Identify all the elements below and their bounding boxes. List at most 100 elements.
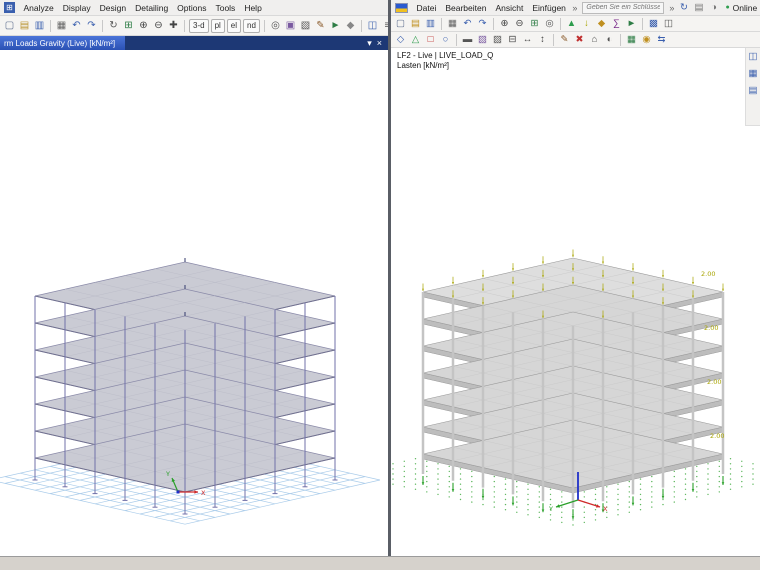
rotate-view-icon[interactable]: ◎	[268, 18, 283, 33]
zoom-out-icon[interactable]: ⊖	[151, 18, 166, 33]
toolbar-separator	[456, 34, 457, 46]
left-toolbar-group-2: ◎▣▧✎►◆ ◫≡	[261, 18, 388, 33]
section-icon[interactable]: ▬	[460, 33, 475, 47]
assign-icon[interactable]: ✎	[313, 18, 328, 33]
new-project-icon[interactable]: ▢	[393, 17, 408, 31]
toolbar-separator	[50, 20, 51, 32]
wireframe-view-icon[interactable]: ▧	[298, 18, 313, 33]
svg-text:Y: Y	[165, 470, 170, 478]
print-icon[interactable]: ▦	[54, 18, 69, 33]
print-icon[interactable]: ▦	[445, 17, 460, 31]
tab-uniform-loads-gravity[interactable]: rm Loads Gravity (Live) [kN/m²]	[0, 36, 125, 50]
zoom-out-icon[interactable]: ⊖	[512, 17, 527, 31]
overflow-chevron-right[interactable]: »	[667, 3, 676, 13]
redo-icon[interactable]: ↷	[84, 18, 99, 33]
render-mode-icon[interactable]: ◇	[393, 33, 408, 47]
menu-left-options[interactable]: Options	[173, 3, 211, 13]
new-model-icon[interactable]: ▢	[2, 18, 17, 33]
left-menubar: ⊞ AnalyzeDisplayDesignDetailingOptionsTo…	[0, 0, 388, 16]
redo-icon[interactable]: ↷	[475, 17, 490, 31]
tables-icon[interactable]: ▦	[624, 33, 639, 47]
results-icon[interactable]: □	[423, 33, 438, 47]
menu-right-ansicht[interactable]: Ansicht	[491, 3, 528, 13]
run-analysis-icon[interactable]: ►	[328, 18, 343, 33]
more-tools-icon[interactable]: ≡	[380, 18, 388, 33]
overflow-chevron-left[interactable]: »	[570, 3, 579, 13]
panel-layers-icon[interactable]: ▤	[746, 84, 760, 98]
online-license-status[interactable]: ● Online Lic...	[722, 3, 760, 13]
zoom-in-icon[interactable]: ⊕	[136, 18, 151, 33]
solid-icon[interactable]: ▨	[490, 33, 505, 47]
panel-views-icon[interactable]: ◫	[746, 50, 760, 64]
refresh-window-icon[interactable]: ↻	[106, 18, 121, 33]
new-load-icon[interactable]: ↓	[579, 17, 594, 31]
left-3d-viewport[interactable]: XY	[0, 50, 388, 556]
view-plan-button[interactable]: pl	[211, 19, 225, 33]
right-3d-viewport[interactable]: 2.002.002.002.00YX	[391, 48, 760, 556]
tab-close-icon[interactable]: ×	[377, 39, 382, 48]
stretch-icon[interactable]: ↕	[535, 33, 550, 47]
dual-app-workspace: ⊞ AnalyzeDisplayDesignDetailingOptionsTo…	[0, 0, 760, 570]
load-combinations-icon[interactable]: ∑	[609, 17, 624, 31]
new-support-icon[interactable]: ▲	[564, 17, 579, 31]
toolbar-separator	[441, 18, 442, 30]
zoom-window-icon[interactable]: ⊞	[121, 18, 136, 33]
menu-right-bearbeiten[interactable]: Bearbeiten	[441, 3, 491, 13]
open-project-icon[interactable]: ▤	[408, 17, 423, 31]
right-side-toolbar: ◫ ▦ ▤	[745, 48, 760, 126]
pan-icon[interactable]: ✚	[166, 18, 181, 33]
status-bar	[0, 556, 760, 570]
display-options-icon[interactable]: ◫	[365, 18, 380, 33]
menu-left-detailing[interactable]: Detailing	[131, 3, 173, 13]
home-view-icon[interactable]: ⌂	[587, 33, 602, 47]
recent-icon[interactable]: ◑	[706, 1, 721, 15]
tab-dropdown-icon[interactable]: ▾	[367, 39, 372, 48]
svg-text:X: X	[201, 489, 206, 497]
refresh-icon[interactable]: ↻	[676, 1, 691, 15]
undo-icon[interactable]: ↶	[460, 17, 475, 31]
mesh-icon[interactable]: △	[408, 33, 423, 47]
right-canvas: 2.002.002.002.00YX LF2 - Live | LIVE_LOA…	[391, 48, 760, 556]
clipping-icon[interactable]: ⊟	[505, 33, 520, 47]
delete-icon[interactable]: ✖	[572, 33, 587, 47]
menu-left-display[interactable]: Display	[58, 3, 95, 13]
menu-right-datei[interactable]: Datei	[412, 3, 441, 13]
toolbar-separator	[102, 20, 103, 32]
keyword-search-input[interactable]	[582, 2, 664, 14]
display-properties-icon[interactable]: ◫	[661, 17, 676, 31]
view-elevation-button[interactable]: el	[227, 19, 241, 33]
snap-icon[interactable]: ◉	[639, 33, 654, 47]
shading-icon[interactable]: ◐	[602, 33, 617, 47]
undo-icon[interactable]: ↶	[69, 18, 84, 33]
menu-left-tools[interactable]: Tools	[211, 3, 240, 13]
toolbar-separator	[642, 18, 643, 30]
zoom-in-icon[interactable]: ⊕	[497, 17, 512, 31]
swap-view-icon[interactable]: ⇆	[654, 33, 669, 47]
open-file-icon[interactable]: ▤	[17, 18, 32, 33]
lock-model-icon[interactable]: ◆	[343, 18, 358, 33]
menu-left-analyze[interactable]: Analyze	[19, 3, 58, 13]
license-status-icon: ●	[725, 4, 729, 11]
panel-tables-icon[interactable]: ▦	[746, 67, 760, 81]
nodes-icon[interactable]: ○	[438, 33, 453, 47]
view-named-button[interactable]: nd	[243, 19, 260, 33]
zoom-window-icon[interactable]: ⊞	[527, 17, 542, 31]
view-3d-button[interactable]: 3-d	[189, 19, 209, 33]
selection-icon[interactable]: ▩	[646, 17, 661, 31]
toolbar-separator	[560, 18, 561, 30]
edit-icon[interactable]: ✎	[557, 33, 572, 47]
move-icon[interactable]: ↔	[520, 33, 535, 47]
save-project-icon[interactable]: ▥	[423, 17, 438, 31]
new-material-icon[interactable]: ◆	[594, 17, 609, 31]
menu-left-design[interactable]: Design	[95, 3, 130, 13]
shrink-objects-icon[interactable]: ▣	[283, 18, 298, 33]
rotate-view-icon[interactable]: ◎	[542, 17, 557, 31]
save-icon[interactable]: ▥	[32, 18, 47, 33]
menu-right-einfgen[interactable]: Einfügen	[528, 3, 571, 13]
menu-left-help[interactable]: Help	[240, 3, 266, 13]
manual-icon[interactable]: ▤	[691, 1, 706, 15]
left-menu-items: AnalyzeDisplayDesignDetailingOptionsTool…	[19, 3, 266, 13]
calculate-icon[interactable]: ►	[624, 17, 639, 31]
svg-text:2.00: 2.00	[710, 432, 724, 440]
surface-icon[interactable]: ▧	[475, 33, 490, 47]
